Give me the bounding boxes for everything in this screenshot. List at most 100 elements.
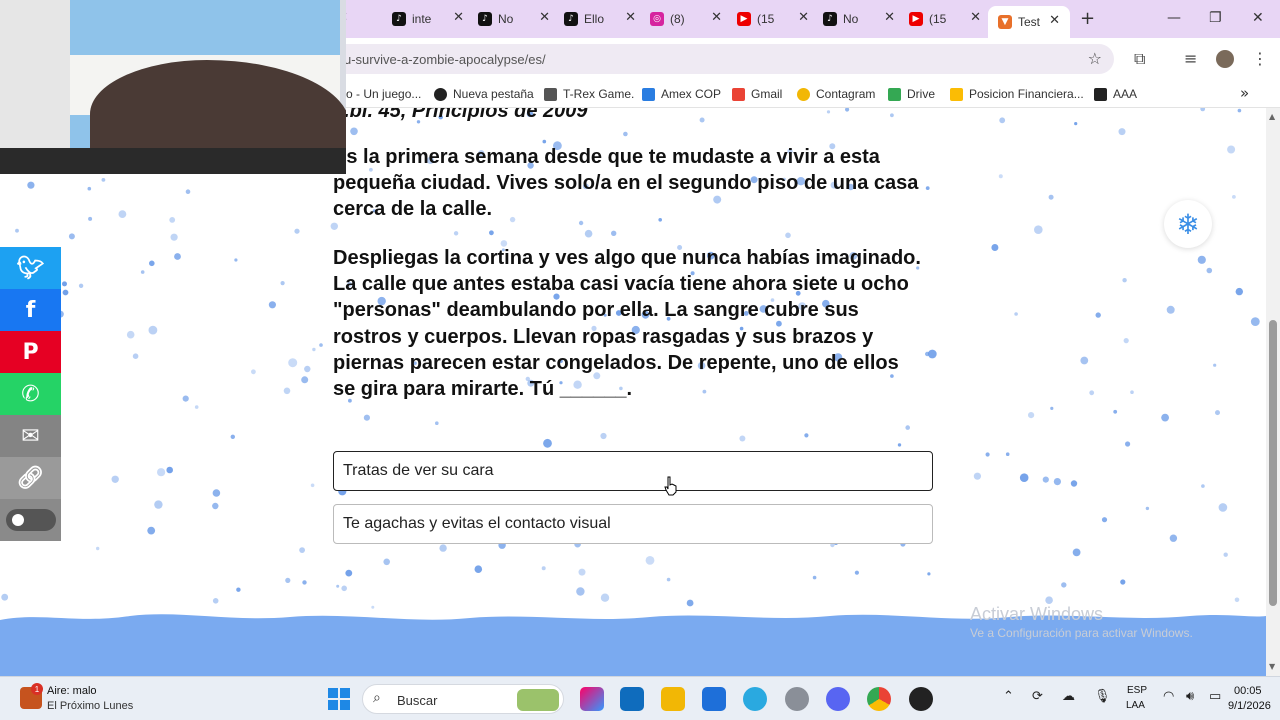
- snowflake-dot: [166, 466, 173, 474]
- tab-3[interactable]: ♪ No ✕: [478, 7, 550, 31]
- bookmark-item[interactable]: T-Rex Game.: [544, 87, 634, 101]
- dark-mode-toggle[interactable]: [0, 499, 61, 541]
- close-icon[interactable]: ✕: [884, 10, 895, 25]
- share-sidebar: 🐦︎ f P ✆ ✉ 🔗︎: [0, 247, 61, 541]
- toggle-pill[interactable]: [5, 509, 56, 531]
- taskbar-search[interactable]: ⌕ Buscar: [362, 684, 564, 714]
- snowflake-toggle-button[interactable]: ❄: [1164, 200, 1212, 248]
- url-text[interactable]: u-survive-a-zombie-apocalypse/es/: [344, 52, 546, 67]
- edge-icon[interactable]: [743, 687, 767, 711]
- snowflake-dot: [826, 110, 831, 114]
- scroll-down-icon[interactable]: ▼: [1269, 662, 1275, 671]
- microphone-icon[interactable]: 🎙︎: [1094, 689, 1111, 704]
- close-icon[interactable]: ✕: [798, 10, 809, 25]
- weather-subtitle[interactable]: El Próximo Lunes: [47, 700, 133, 712]
- twitter-share-button[interactable]: 🐦︎: [0, 247, 61, 289]
- bookmark-item[interactable]: Amex COP: [642, 87, 721, 101]
- email-share-button[interactable]: ✉: [0, 415, 61, 457]
- whatsapp-share-button[interactable]: ✆: [0, 373, 61, 415]
- snowflake-dot: [1080, 356, 1089, 365]
- snowflake-dot: [785, 232, 791, 239]
- snowflake-dot: [999, 117, 1006, 124]
- tab-6[interactable]: ▶ (15 ✕: [737, 7, 809, 31]
- omnibox[interactable]: u-survive-a-zombie-apocalypse/es/ ☆: [330, 44, 1114, 74]
- volume-icon[interactable]: 🔊︎: [1186, 689, 1194, 704]
- battery-icon[interactable]: ▭: [1209, 689, 1221, 704]
- snowflake-dot: [336, 584, 340, 588]
- snowflake-dot: [1123, 338, 1129, 344]
- bookmark-item[interactable]: Posicion Financiera...: [950, 87, 1084, 101]
- snowflake-dot: [1014, 312, 1018, 316]
- snowflake-dot: [1161, 413, 1169, 422]
- keyboard-layout[interactable]: LAA: [1126, 700, 1145, 711]
- chrome-icon[interactable]: [867, 687, 891, 711]
- search-icon: ⌕: [373, 690, 381, 706]
- snowflake-dot: [1122, 278, 1127, 283]
- snowflake-dot: [1095, 312, 1101, 318]
- bookmark-star-icon[interactable]: ☆: [1088, 49, 1102, 68]
- tab-5[interactable]: ◎ (8) ✕: [650, 7, 722, 31]
- close-window-icon[interactable]: ✕: [1252, 10, 1264, 26]
- close-icon[interactable]: ✕: [970, 10, 981, 25]
- pinterest-share-button[interactable]: P: [0, 331, 61, 373]
- taskbar: 1 Aire: malo El Próximo Lunes ⌕ Buscar ⌃…: [0, 676, 1280, 720]
- menu-icon[interactable]: ⋮: [1252, 49, 1268, 68]
- sync-icon[interactable]: ⟳: [1032, 689, 1043, 704]
- close-icon[interactable]: ✕: [1049, 13, 1060, 28]
- clock-time[interactable]: 00:05: [1234, 685, 1262, 697]
- snowflake-dot: [666, 577, 671, 582]
- store-icon[interactable]: [702, 687, 726, 711]
- snowflake-dot: [584, 229, 593, 238]
- snowflake-dot: [578, 568, 586, 576]
- file-explorer-icon[interactable]: [661, 687, 685, 711]
- close-icon[interactable]: ✕: [625, 10, 636, 25]
- tab-2[interactable]: ♪ inte ✕: [392, 7, 464, 31]
- restore-icon[interactable]: ❐: [1209, 10, 1222, 26]
- answer-option-2[interactable]: Te agachas y evitas el contacto visual: [333, 504, 933, 544]
- profile-avatar[interactable]: [1216, 50, 1234, 68]
- bookmark-item[interactable]: Contagram: [797, 87, 875, 101]
- bookmark-item[interactable]: Nueva pestaña: [434, 87, 534, 101]
- discord-icon[interactable]: [826, 687, 850, 711]
- chevron-up-icon[interactable]: ⌃: [1003, 689, 1014, 704]
- facebook-share-button[interactable]: f: [0, 289, 61, 331]
- amex-icon: [642, 87, 655, 101]
- minimize-icon[interactable]: —: [1167, 10, 1181, 26]
- cloud-icon[interactable]: ☁: [1062, 689, 1075, 704]
- tab-4[interactable]: ♪ Ello ✕: [564, 7, 636, 31]
- close-icon[interactable]: ✕: [711, 10, 722, 25]
- clock-date[interactable]: 9/1/2026: [1228, 700, 1271, 712]
- snowflake-dot: [991, 244, 999, 251]
- scroll-up-icon[interactable]: ▲: [1269, 112, 1275, 121]
- tab-active[interactable]: ▼ Test ✕: [988, 6, 1070, 38]
- tab-8[interactable]: ▶ (15 ✕: [909, 7, 981, 31]
- outlook-icon[interactable]: [620, 687, 644, 711]
- windows-start-icon[interactable]: [328, 688, 350, 710]
- close-icon[interactable]: ✕: [539, 10, 550, 25]
- bookmark-item[interactable]: Drive: [888, 87, 935, 101]
- close-icon[interactable]: ✕: [453, 10, 464, 25]
- snowflake-dot: [288, 358, 298, 368]
- snowflake-dot: [230, 434, 235, 439]
- page-scrollbar[interactable]: ▲ ▼: [1266, 108, 1280, 676]
- snowflake-dot: [140, 270, 145, 274]
- tab-7[interactable]: ♪ No ✕: [823, 7, 895, 31]
- snowflake-dot: [1034, 225, 1043, 234]
- settings-icon[interactable]: [785, 687, 809, 711]
- extensions-icon[interactable]: ⧉: [1134, 49, 1145, 69]
- copilot-icon[interactable]: [580, 687, 604, 711]
- bookmark-item[interactable]: AAA: [1094, 87, 1137, 101]
- weather-title[interactable]: Aire: malo: [47, 685, 97, 697]
- media-icon[interactable]: ≡: [1184, 49, 1197, 68]
- snowflake-dot: [194, 405, 199, 409]
- scroll-thumb[interactable]: [1269, 320, 1277, 606]
- wifi-icon[interactable]: ◠: [1163, 689, 1174, 704]
- obs-icon[interactable]: [909, 687, 933, 711]
- bookmark-item[interactable]: o - Un juego...: [346, 87, 421, 101]
- bookmark-item[interactable]: Gmail: [732, 87, 782, 101]
- language-indicator[interactable]: ESP: [1127, 685, 1147, 696]
- copy-link-button[interactable]: 🔗︎: [0, 457, 61, 499]
- answer-option-1[interactable]: Tratas de ver su cara: [333, 451, 933, 491]
- new-tab-button[interactable]: +: [1080, 8, 1095, 29]
- chevron-right-icon[interactable]: »: [1240, 84, 1249, 102]
